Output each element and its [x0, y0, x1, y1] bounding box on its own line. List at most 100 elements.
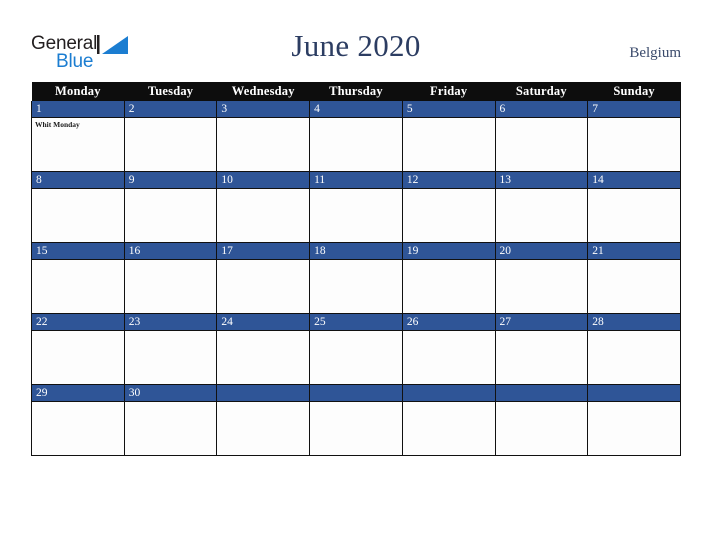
weekday-header-monday: Monday: [31, 82, 125, 101]
day-events: [496, 331, 588, 333]
day-events: Whit Monday: [32, 118, 124, 130]
day-events: [496, 189, 588, 191]
weekday-header-tuesday: Tuesday: [124, 82, 217, 101]
calendar-day-cell[interactable]: 28: [587, 313, 681, 385]
calendar-day-cell[interactable]: 27: [494, 313, 589, 385]
calendar-day-cell[interactable]: 1 Whit Monday: [31, 101, 125, 172]
day-number: 6: [495, 101, 588, 118]
calendar-empty-cell[interactable]: [587, 384, 681, 456]
calendar-empty-cell[interactable]: [494, 384, 589, 456]
day-events: [310, 189, 402, 191]
day-number: 1: [32, 101, 124, 118]
calendar-header-row: Monday Tuesday Wednesday Thursday Friday Satu…: [31, 82, 681, 101]
day-events: [125, 402, 217, 404]
day-number: 3: [217, 101, 310, 118]
calendar-day-cell[interactable]: 12: [401, 171, 496, 243]
calendar-grid: Monday Tuesday Wednesday Thursday Friday Satu…: [31, 82, 681, 456]
calendar-day-cell[interactable]: 23: [123, 313, 218, 385]
calendar-day-cell[interactable]: 11: [309, 171, 403, 243]
calendar-empty-cell[interactable]: [401, 384, 496, 456]
day-number: 27: [495, 314, 588, 331]
day-number: 4: [310, 101, 402, 118]
day-number: 7: [588, 101, 680, 118]
day-number: 20: [495, 243, 588, 260]
day-number: 18: [310, 243, 402, 260]
day-number: 8: [32, 172, 124, 189]
calendar-day-cell[interactable]: 24: [216, 313, 311, 385]
day-events: [217, 260, 309, 262]
calendar-empty-cell[interactable]: [309, 384, 403, 456]
day-events: [32, 189, 124, 191]
weekday-header-wednesday: Wednesday: [216, 82, 310, 101]
day-events: [496, 402, 588, 404]
day-number: 21: [588, 243, 680, 260]
day-events: [588, 402, 680, 404]
day-number: 12: [402, 172, 495, 189]
day-events: [403, 260, 495, 262]
calendar-week-row: 29 30: [31, 384, 681, 456]
day-number: [310, 385, 402, 402]
calendar-day-cell[interactable]: 21: [587, 242, 681, 314]
day-number: 17: [217, 243, 310, 260]
day-number: [402, 385, 495, 402]
calendar-week-row: 8 9 10 11 12 13 14: [31, 171, 681, 243]
day-events: [217, 402, 309, 404]
calendar-day-cell[interactable]: 14: [587, 171, 681, 243]
day-events: [125, 118, 217, 120]
weekday-header-row: Monday Tuesday Wednesday Thursday Friday Satu…: [31, 82, 681, 101]
calendar-day-cell[interactable]: 13: [494, 171, 589, 243]
calendar-day-cell[interactable]: 18: [309, 242, 403, 314]
calendar-day-cell[interactable]: 8: [31, 171, 125, 243]
day-events: [588, 260, 680, 262]
weekday-header-friday: Friday: [402, 82, 496, 101]
calendar-day-cell[interactable]: 15: [31, 242, 125, 314]
calendar-day-cell[interactable]: 7: [587, 101, 681, 172]
day-number: 10: [217, 172, 310, 189]
day-events: [125, 331, 217, 333]
day-events: [32, 402, 124, 404]
calendar-day-cell[interactable]: 6: [494, 101, 589, 172]
weekday-header-sunday: Sunday: [587, 82, 681, 101]
calendar-week-row: 22 23 24 25 26 27 28: [31, 313, 681, 385]
calendar-day-cell[interactable]: 19: [401, 242, 496, 314]
day-number: 24: [217, 314, 310, 331]
day-events: [32, 331, 124, 333]
day-events: [588, 189, 680, 191]
day-number: 15: [32, 243, 124, 260]
day-events: [403, 189, 495, 191]
calendar-day-cell[interactable]: 3: [216, 101, 311, 172]
day-number: [588, 385, 680, 402]
day-events: [217, 118, 309, 120]
holiday-label: Whit Monday: [35, 120, 80, 129]
calendar-day-cell[interactable]: 4: [309, 101, 403, 172]
day-events: [217, 189, 309, 191]
day-number: 9: [124, 172, 217, 189]
day-events: [310, 260, 402, 262]
calendar-day-cell[interactable]: 2: [123, 101, 218, 172]
calendar-day-cell[interactable]: 26: [401, 313, 496, 385]
country-label: Belgium: [629, 45, 681, 61]
day-number: 11: [310, 172, 402, 189]
calendar-day-cell[interactable]: 5: [401, 101, 496, 172]
day-number: 2: [124, 101, 217, 118]
day-number: 5: [402, 101, 495, 118]
page-title: June 2020: [291, 28, 421, 63]
calendar-empty-cell[interactable]: [216, 384, 311, 456]
calendar-day-cell[interactable]: 25: [309, 313, 403, 385]
day-events: [125, 189, 217, 191]
day-events: [403, 402, 495, 404]
day-events: [217, 331, 309, 333]
calendar-day-cell[interactable]: 10: [216, 171, 311, 243]
day-number: 29: [32, 385, 124, 402]
calendar-day-cell[interactable]: 20: [494, 242, 589, 314]
day-events: [310, 402, 402, 404]
calendar-week-row: 1 Whit Monday 2 3 4 5 6 7: [31, 101, 681, 172]
calendar-day-cell[interactable]: 17: [216, 242, 311, 314]
calendar-day-cell[interactable]: 22: [31, 313, 125, 385]
day-events: [588, 118, 680, 120]
calendar-day-cell[interactable]: 30: [123, 384, 218, 456]
calendar-day-cell[interactable]: 16: [123, 242, 218, 314]
day-events: [588, 331, 680, 333]
calendar-day-cell[interactable]: 9: [123, 171, 218, 243]
calendar-day-cell[interactable]: 29: [31, 384, 125, 456]
